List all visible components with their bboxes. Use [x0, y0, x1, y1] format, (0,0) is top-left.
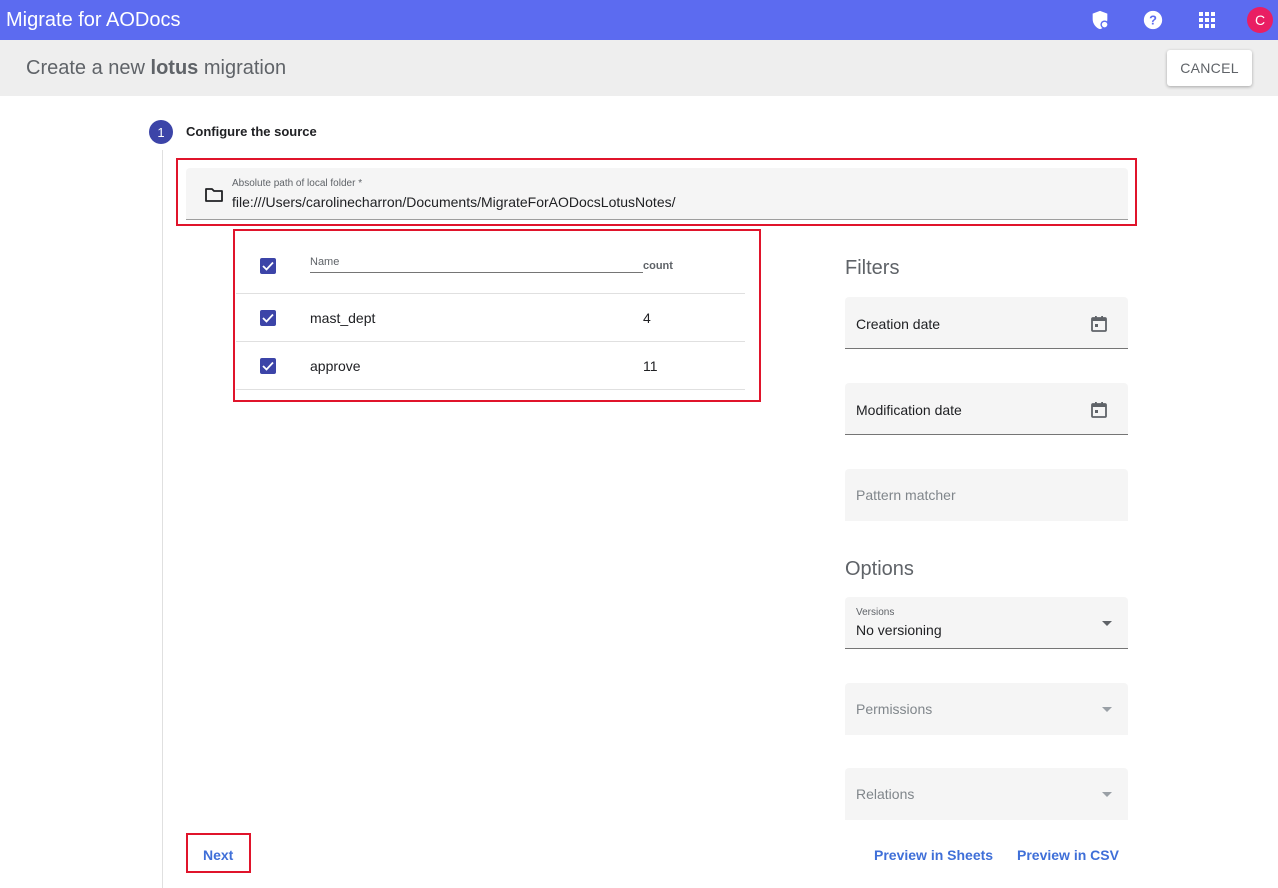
path-field-value[interactable]: file:///Users/carolinecharron/Documents/… [232, 193, 676, 211]
preview-in-sheets-button[interactable]: Preview in Sheets [874, 847, 993, 864]
table-row[interactable]: mast_dept 4 [236, 294, 745, 342]
cancel-button[interactable]: CANCEL [1167, 50, 1252, 86]
page-title-suffix: migration [198, 57, 287, 79]
next-button[interactable]: Next [203, 847, 233, 864]
permissions-placeholder: Permissions [856, 701, 933, 717]
row-count-cell: 11 [643, 358, 658, 374]
preview-in-csv-button[interactable]: Preview in CSV [1017, 847, 1119, 864]
apps-grid-icon[interactable] [1195, 8, 1219, 32]
calendar-icon[interactable] [1090, 401, 1108, 419]
table-header: Name count [236, 232, 745, 294]
avatar[interactable]: C [1247, 7, 1273, 33]
page-title: Create a new lotus migration [26, 56, 286, 80]
permissions-select[interactable]: Permissions [845, 683, 1128, 735]
relations-placeholder: Relations [856, 786, 915, 802]
svg-text:?: ? [1149, 13, 1157, 28]
app-bar: Migrate for AODocs ? C [0, 0, 1278, 40]
modification-date-field[interactable]: Modification date [845, 383, 1128, 435]
calendar-icon[interactable] [1090, 315, 1108, 333]
step-connector-line [162, 150, 163, 888]
app-title[interactable]: Migrate for AODocs [6, 7, 181, 33]
step-title: Configure the source [186, 124, 317, 139]
table-row[interactable]: approve 11 [236, 342, 745, 390]
chevron-down-icon[interactable] [1102, 707, 1112, 712]
row-name-cell: mast_dept [310, 310, 376, 326]
page-title-source: lotus [150, 57, 199, 79]
relations-select[interactable]: Relations [845, 768, 1128, 820]
pattern-matcher-placeholder: Pattern matcher [856, 487, 956, 503]
modification-date-label: Modification date [856, 402, 962, 418]
step-number-badge: 1 [149, 120, 173, 144]
options-heading: Options [845, 558, 914, 580]
local-folder-path-field[interactable]: Absolute path of local folder * file:///… [186, 168, 1128, 220]
row-checkbox[interactable] [260, 310, 276, 326]
versions-label: Versions [856, 607, 895, 618]
row-name-cell: approve [310, 358, 361, 374]
chevron-down-icon[interactable] [1102, 621, 1112, 626]
row-count-cell: 4 [643, 310, 651, 326]
select-all-checkbox[interactable] [260, 258, 276, 274]
creation-date-label: Creation date [856, 316, 941, 332]
page-header: Create a new lotus migration CANCEL [0, 40, 1278, 96]
creation-date-field[interactable]: Creation date [845, 297, 1128, 349]
versions-select[interactable]: Versions No versioning [845, 597, 1128, 649]
column-header-count[interactable]: count [643, 260, 673, 273]
folder-icon [204, 186, 224, 204]
admin-shield-icon[interactable] [1088, 8, 1112, 32]
help-icon[interactable]: ? [1141, 8, 1165, 32]
column-header-name[interactable]: Name [310, 256, 643, 273]
chevron-down-icon[interactable] [1102, 792, 1112, 797]
pattern-matcher-field[interactable]: Pattern matcher [845, 469, 1128, 521]
databases-table: Name count mast_dept 4 approve 11 [236, 232, 745, 390]
filters-heading: Filters [845, 257, 900, 279]
versions-value: No versioning [856, 622, 942, 638]
path-field-label: Absolute path of local folder * [232, 178, 363, 189]
row-checkbox[interactable] [260, 358, 276, 374]
page-title-prefix: Create a new [26, 57, 151, 79]
